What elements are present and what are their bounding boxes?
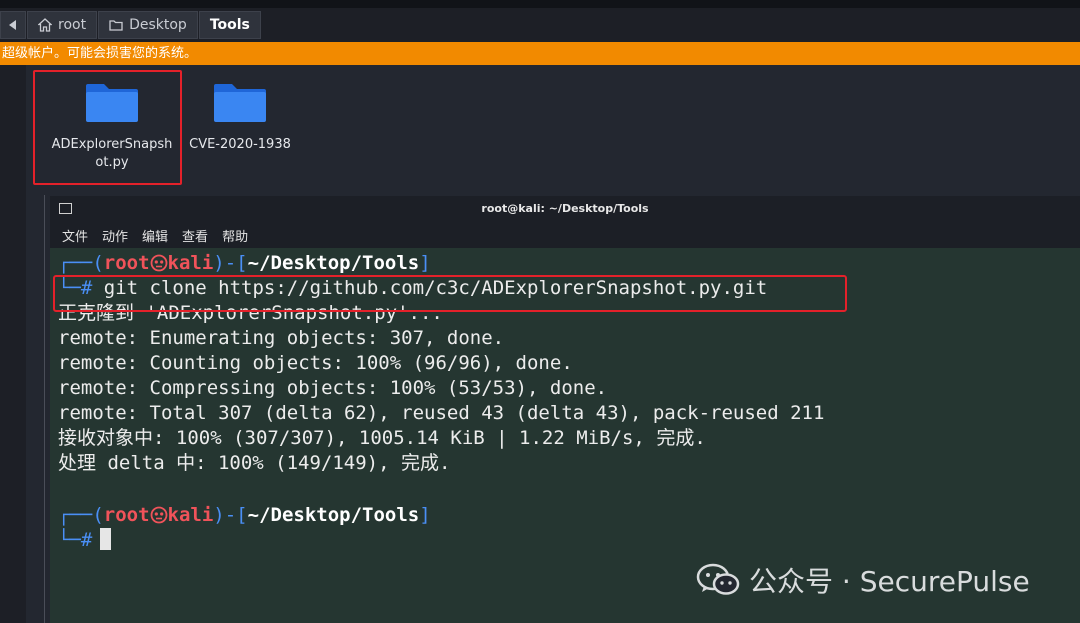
- terminal-menubar: 文件 动作 编辑 查看 帮助: [62, 226, 248, 245]
- prompt-host: kali: [167, 504, 214, 526]
- prompt-line: ┌──(root kali)-[~/Desktop/Tools]: [58, 503, 431, 528]
- watermark: 公众号 · SecurePulse: [695, 560, 1030, 600]
- prompt-user: root: [103, 252, 150, 274]
- home-icon: [38, 18, 52, 32]
- prompt-close: ]: [419, 252, 431, 274]
- prompt-hash: └─#: [58, 529, 93, 551]
- breadcrumb-label: Tools: [209, 17, 250, 33]
- output-line: remote: Enumerating objects: 307, done.: [58, 327, 505, 349]
- side-panel: [0, 65, 26, 623]
- prompt-host: kali: [167, 252, 214, 274]
- text-cursor: [100, 528, 112, 550]
- prompt-mid: )-[: [213, 252, 248, 274]
- prompt-open: ┌──(: [58, 252, 104, 274]
- folder-icon: [109, 20, 123, 31]
- divider: [44, 195, 45, 623]
- menu-view[interactable]: 查看: [182, 226, 208, 245]
- breadcrumb-label: root: [58, 17, 87, 33]
- prompt-user: root: [103, 504, 150, 526]
- highlight-box: [33, 70, 182, 185]
- output-line: remote: Compressing objects: 100% (53/53…: [58, 377, 608, 399]
- breadcrumb: root Desktop Tools: [0, 11, 262, 39]
- watermark-text: 公众号 · SecurePulse: [749, 565, 1030, 598]
- prompt-line: ┌──(root kali)-[~/Desktop/Tools]: [58, 251, 431, 276]
- prompt-open: ┌──(: [58, 504, 104, 526]
- menu-help[interactable]: 帮助: [222, 226, 248, 245]
- breadcrumb-root[interactable]: root: [27, 11, 98, 39]
- prompt-path: ~/Desktop/Tools: [247, 252, 420, 274]
- back-button[interactable]: [0, 11, 26, 39]
- output-line: remote: Counting objects: 100% (96/96), …: [58, 352, 573, 374]
- terminal-title: root@kali: ~/Desktop/Tools: [481, 202, 649, 215]
- file-item-cve-2020-1938[interactable]: CVE-2020-1938: [175, 82, 305, 154]
- output-line: 接收对象中: 100% (307/307), 1005.14 KiB | 1.2…: [58, 427, 706, 449]
- terminal-window[interactable]: root@kali: ~/Desktop/Tools 文件 动作 编辑 查看 帮…: [50, 196, 1080, 623]
- prompt-path: ~/Desktop/Tools: [247, 504, 420, 526]
- folder-icon: [214, 84, 266, 122]
- breadcrumb-tools[interactable]: Tools: [198, 11, 261, 39]
- kali-skull-icon: [150, 254, 167, 272]
- output-line: 处理 delta 中: 100% (149/149), 完成.: [58, 452, 451, 474]
- input-line[interactable]: └─#: [58, 528, 112, 553]
- kali-skull-icon: [150, 506, 167, 524]
- prompt-mid: )-[: [213, 504, 248, 526]
- prompt-close: ]: [419, 504, 431, 526]
- command-highlight-box: [53, 275, 847, 312]
- breadcrumb-label: Desktop: [129, 17, 187, 33]
- file-name: CVE-2020-1938: [189, 137, 291, 152]
- root-warning-banner: 超级帐户。可能会损害您的系统。: [0, 42, 1080, 65]
- menu-edit[interactable]: 编辑: [142, 226, 168, 245]
- breadcrumb-desktop[interactable]: Desktop: [98, 11, 198, 39]
- menu-file[interactable]: 文件: [62, 226, 88, 245]
- chevron-left-icon: [9, 20, 16, 30]
- location-bar: root Desktop Tools: [0, 0, 1080, 42]
- output-line: remote: Total 307 (delta 62), reused 43 …: [58, 402, 825, 424]
- wechat-icon: [696, 563, 740, 595]
- top-strip: [0, 0, 1080, 8]
- menu-actions[interactable]: 动作: [102, 226, 128, 245]
